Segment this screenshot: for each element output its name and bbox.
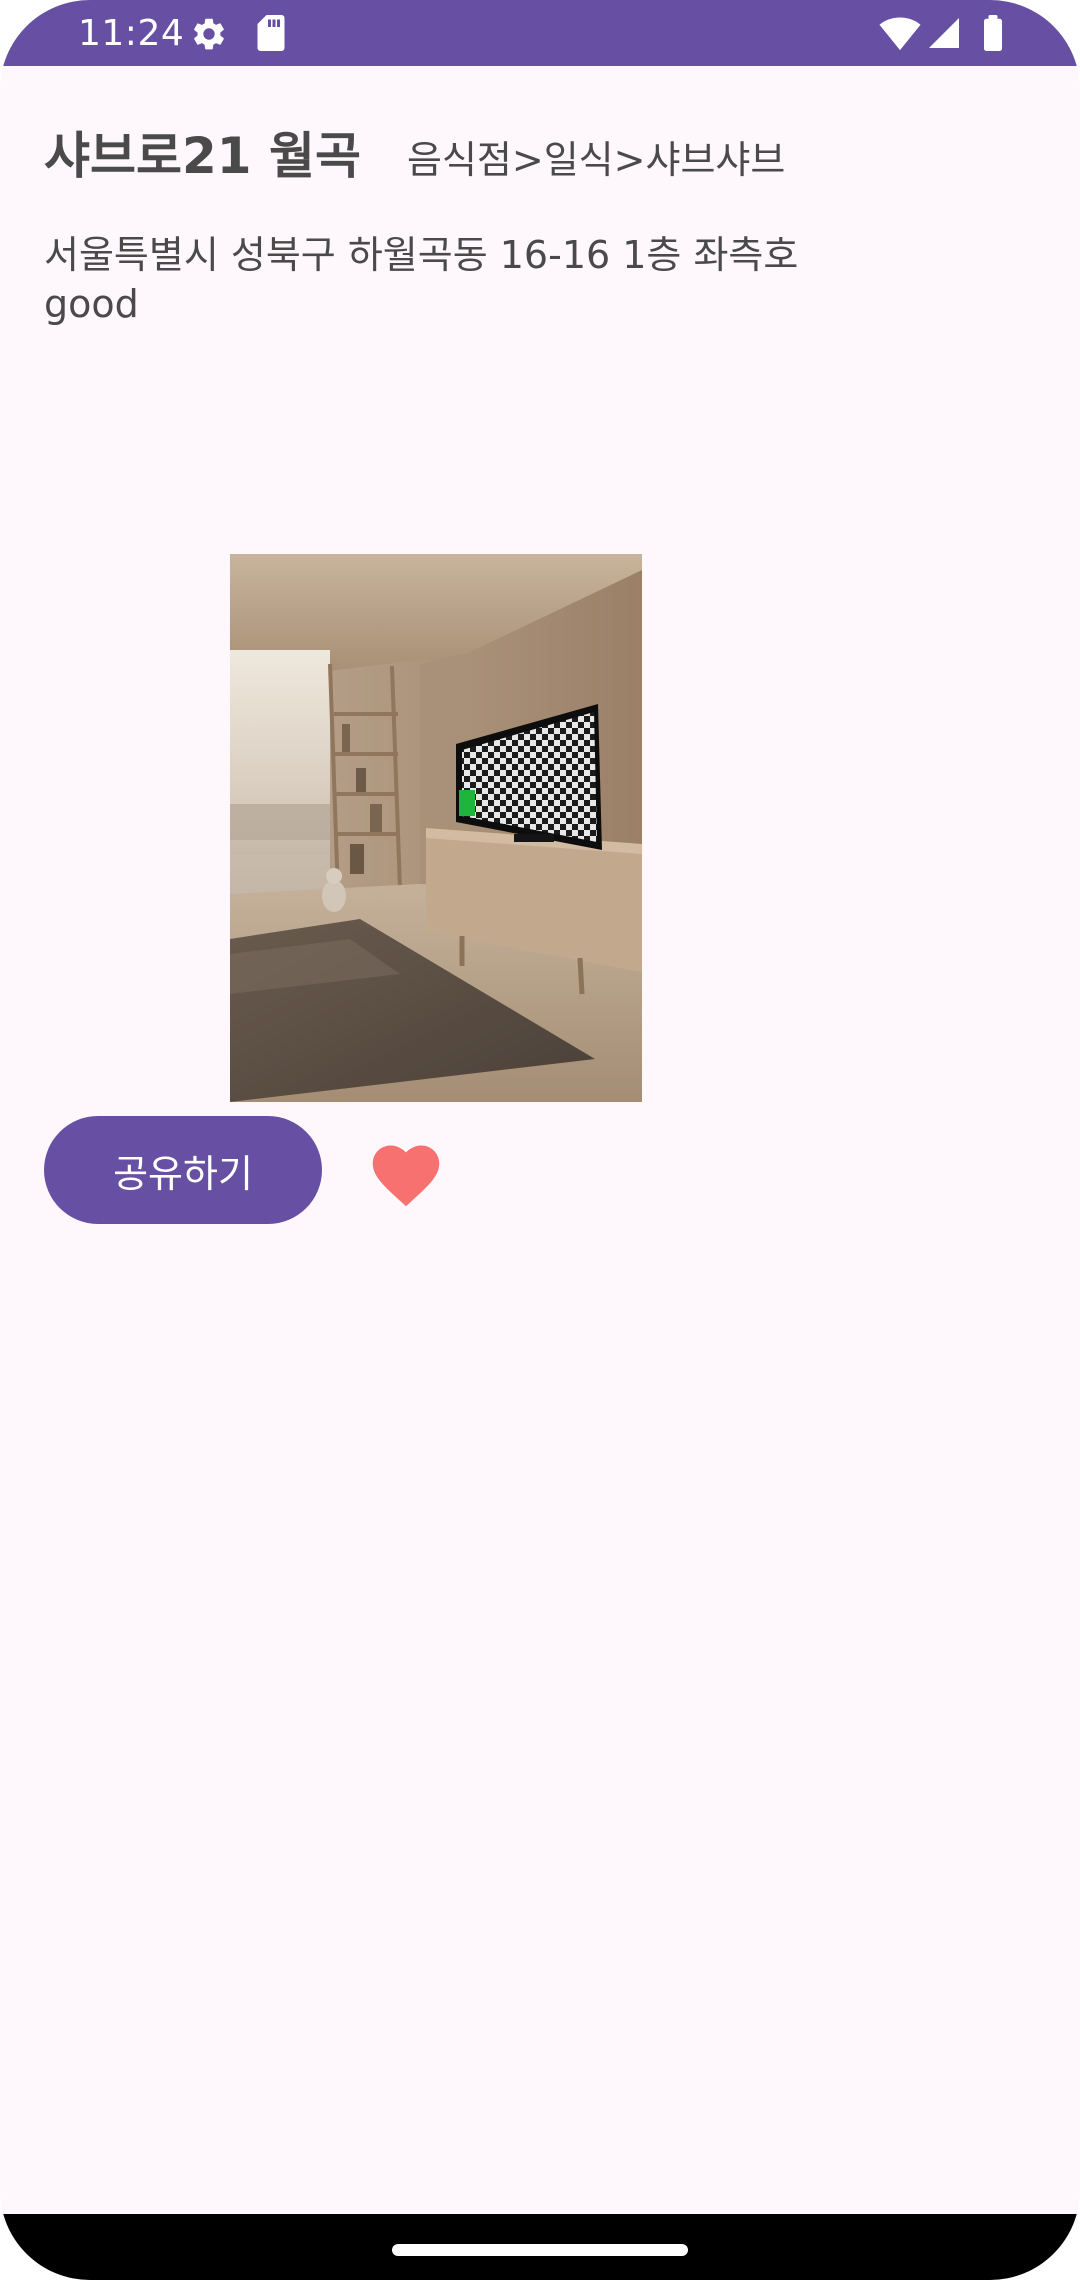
gear-icon [194,18,224,50]
wifi-icon [879,17,921,51]
heart-icon[interactable] [368,1138,444,1208]
screen: 11:24 샤브로21 월곡 음식점>일식>샤브샤브 서울특별시 성북구 하월곡… [0,0,1080,2280]
signal-icon [929,18,959,48]
place-name: 샤브로21 월곡 [44,127,361,185]
place-header: 샤브로21 월곡 음식점>일식>샤브샤브 [44,116,785,186]
navigation-bar [0,2214,1080,2280]
status-bar: 11:24 [0,0,1080,66]
place-memo: good [44,282,139,326]
home-gesture-handle[interactable] [392,2244,688,2256]
sd-card-icon [257,15,285,51]
share-button[interactable]: 공유하기 [44,1116,322,1224]
battery-icon [984,15,1002,51]
place-address: 서울특별시 성북구 하월곡동 16-16 1층 좌측호 [44,233,799,277]
place-category: 음식점>일식>샤브샤브 [407,138,786,182]
place-photo [230,554,642,1102]
status-time: 11:24 [78,13,185,54]
